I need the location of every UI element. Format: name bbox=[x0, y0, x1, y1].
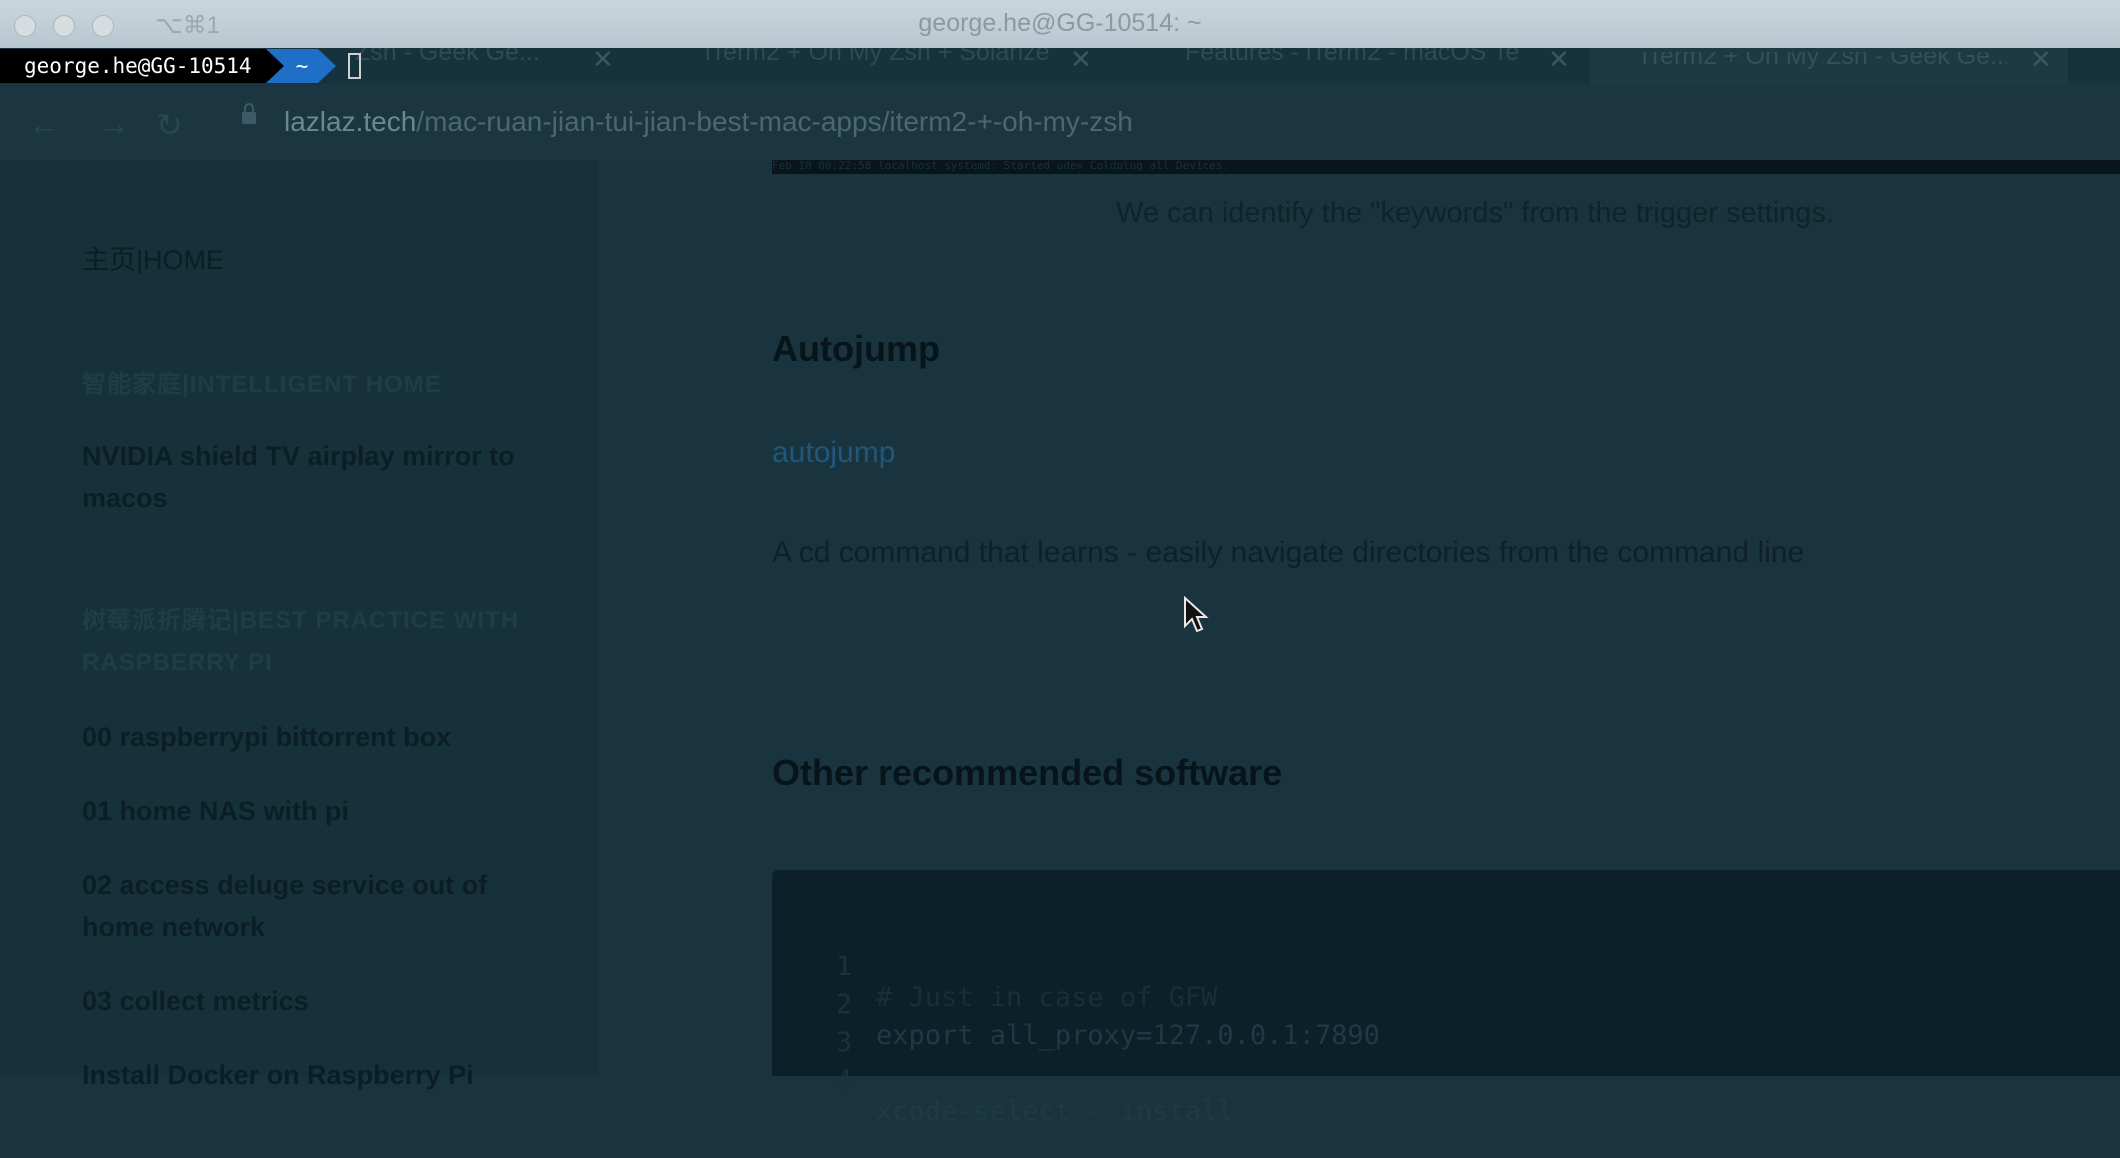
tab-label: iTerm2 + Oh My Zsh + Solarized... bbox=[705, 48, 1050, 66]
code-line: 4 xcode-select --install bbox=[772, 1034, 1234, 1158]
tab-label-active: iTerm2 + Oh My Zsh - Geek Ge... bbox=[1642, 52, 2007, 70]
lock-icon bbox=[242, 103, 256, 124]
sidebar-item[interactable]: 01 home NAS with pi bbox=[82, 790, 562, 832]
code-text: xcode-select --install bbox=[876, 1096, 1234, 1127]
browser-tab[interactable]: Zsh - Geek Ge... bbox=[355, 48, 605, 84]
url-host: lazlaz.tech bbox=[284, 106, 417, 137]
back-icon[interactable]: ← bbox=[28, 106, 60, 143]
sidebar-item[interactable]: Install Docker on Raspberry Pi bbox=[82, 1054, 562, 1096]
autojump-description: A cd command that learns - easily naviga… bbox=[772, 536, 1805, 569]
window-titlebar: ⌥⌘1 george.he@GG-10514: ~ bbox=[0, 0, 2120, 49]
prompt-user-host: george.he@GG-10514 bbox=[0, 49, 266, 83]
window-title: george.he@GG-10514: ~ bbox=[918, 9, 1202, 37]
autojump-link[interactable]: autojump bbox=[772, 436, 895, 470]
sidebar-item-nvidia[interactable]: NVIDIA shield TV airplay mirror to macos bbox=[82, 435, 562, 519]
powerline-separator-icon bbox=[265, 49, 284, 83]
browser-tab[interactable]: iTerm2 + Oh My Zsh + Solarized... bbox=[705, 48, 1050, 84]
browser-tab-active[interactable]: iTerm2 + Oh My Zsh - Geek Ge... ✕ bbox=[1590, 44, 2068, 88]
url-path: /mac-ruan-jian-tui-jian-best-mac-apps/it… bbox=[416, 106, 1133, 137]
close-icon[interactable]: ✕ bbox=[592, 44, 614, 75]
tab-label: Zsh - Geek Ge... bbox=[355, 48, 540, 66]
terminal-prompt: george.he@GG-10514 ~ bbox=[0, 48, 362, 84]
sidebar-item[interactable]: 02 access deluge service out of home net… bbox=[82, 864, 562, 948]
screenshot-image-strip: Feb 10 00:22:58 localhost systemd: Start… bbox=[772, 160, 2120, 174]
close-icon[interactable]: ✕ bbox=[2030, 44, 2052, 75]
sidebar-section-heading: 树莓派折腾记|BEST PRACTICE WITH RASPBERRY PI bbox=[82, 607, 520, 676]
sidebar-section-heading: 智能家庭|INTELLIGENT HOME bbox=[82, 371, 442, 398]
reload-icon[interactable]: ↻ bbox=[156, 106, 183, 144]
forward-icon[interactable]: → bbox=[98, 106, 130, 143]
code-text: # Just in case of GFW bbox=[876, 982, 1218, 1013]
section-heading-other-software: Other recommended software bbox=[772, 752, 1283, 793]
tab-label: Features - iTerm2 - macOS Ter... bbox=[1185, 48, 1520, 66]
line-number: 4 bbox=[835, 1065, 852, 1096]
code-block: 1 # Just in case of GFW 2 export all_pro… bbox=[772, 870, 2120, 1127]
sidebar-item-home[interactable]: 主页|HOME bbox=[82, 239, 562, 281]
powerline-separator-icon bbox=[318, 49, 337, 83]
mouse-pointer-icon bbox=[1184, 596, 1209, 633]
terminal-cursor[interactable] bbox=[348, 53, 362, 79]
close-icon[interactable]: ✕ bbox=[1548, 44, 1570, 75]
image-caption: We can identify the "keywords" from the … bbox=[1116, 197, 1834, 229]
close-icon[interactable]: ✕ bbox=[1070, 44, 1092, 75]
sidebar-item[interactable]: 00 raspberrypi bittorrent box bbox=[82, 716, 562, 758]
browser-tab[interactable]: Features - iTerm2 - macOS Ter... bbox=[1185, 48, 1520, 84]
code-text: export all_proxy=127.0.0.1:7890 bbox=[876, 1020, 1380, 1051]
sidebar-item[interactable]: 03 collect metrics bbox=[82, 980, 562, 1022]
section-heading-autojump: Autojump bbox=[772, 328, 940, 369]
prompt-cwd: ~ bbox=[283, 49, 319, 83]
url-field[interactable]: lazlaz.tech/mac-ruan-jian-tui-jian-best-… bbox=[284, 106, 1133, 138]
